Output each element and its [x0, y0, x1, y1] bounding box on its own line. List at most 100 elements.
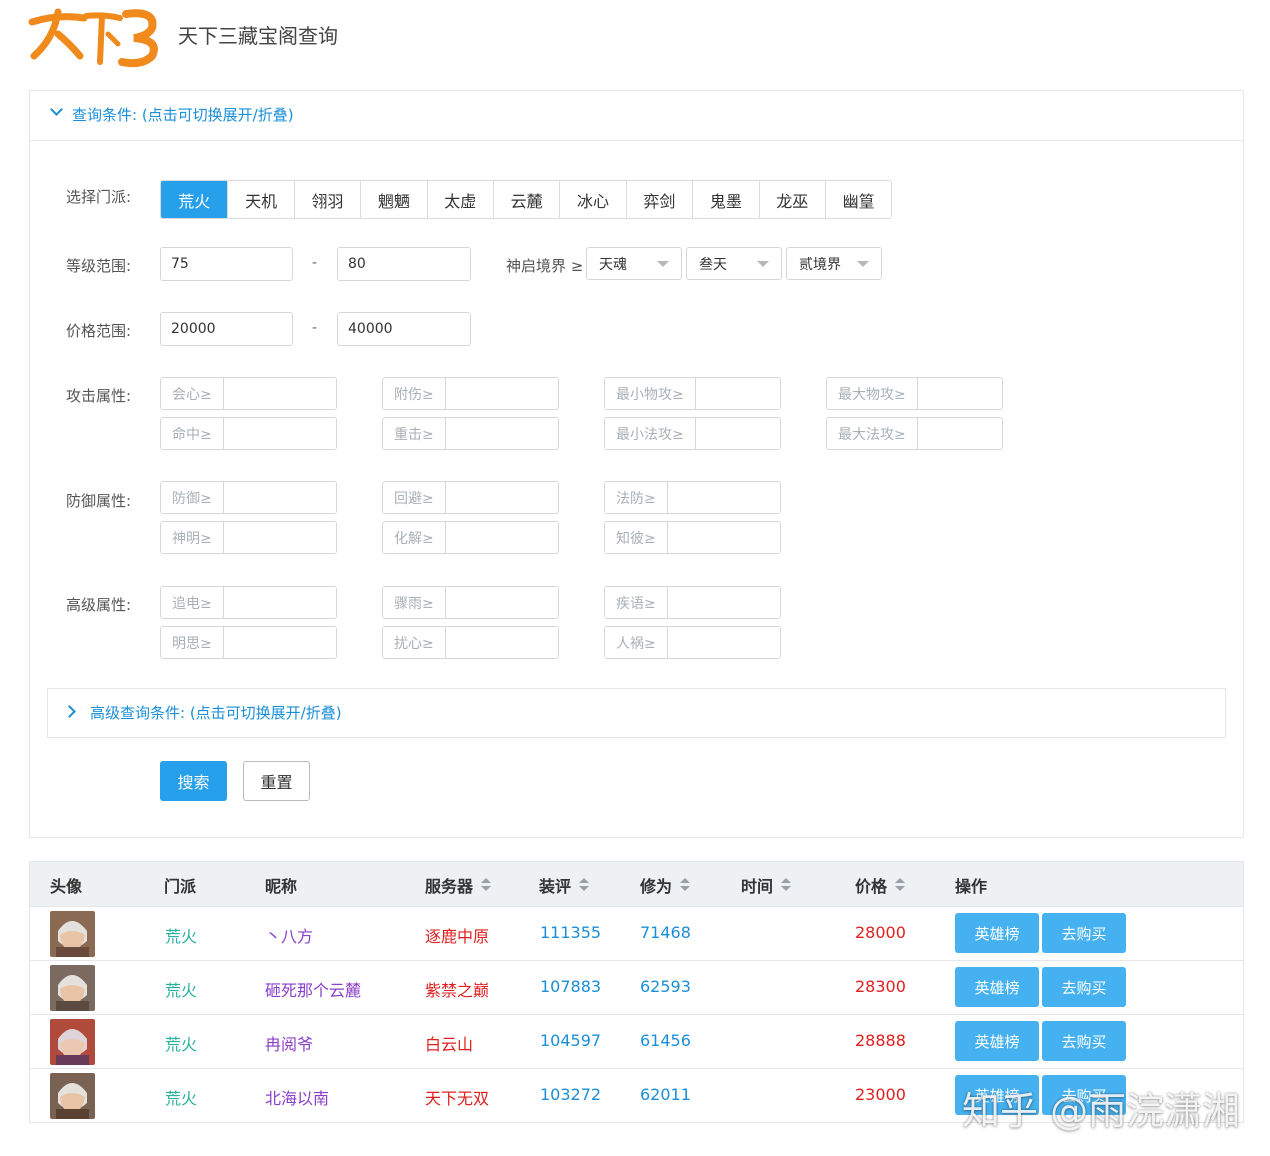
field-input[interactable] — [223, 587, 336, 618]
field-input[interactable] — [695, 418, 780, 449]
row-score: 111355 — [540, 923, 602, 942]
row-nickname[interactable]: 冉阅爷 — [265, 1031, 313, 1055]
defense-field-resolve[interactable]: 化解≥ — [382, 521, 559, 554]
sect-tab-longwu[interactable]: 龙巫 — [758, 181, 825, 218]
attack-field-max-phys[interactable]: 最大物攻≥ — [826, 377, 1003, 410]
buy-button[interactable]: 去购买 — [1042, 967, 1126, 1007]
field-input[interactable] — [223, 627, 336, 658]
field-addon: 最大法攻≥ — [827, 418, 918, 449]
sect-tab-huanghuo[interactable]: 荒火 — [161, 181, 228, 218]
sect-tab-yunlu[interactable]: 云麓 — [492, 181, 560, 218]
advanced-field-renhuo[interactable]: 人祸≥ — [604, 626, 781, 659]
hero-rank-button[interactable]: 英雄榜 — [955, 913, 1039, 953]
realm-select-3[interactable]: 贰境界 — [786, 247, 882, 280]
buy-button[interactable]: 去购买 — [1042, 913, 1126, 953]
sort-icon[interactable] — [781, 878, 792, 892]
row-price: 23000 — [855, 1085, 906, 1104]
character-avatar[interactable] — [50, 1019, 95, 1065]
field-input[interactable] — [223, 418, 336, 449]
attack-field-max-magic[interactable]: 最大法攻≥ — [826, 417, 1003, 450]
advanced-field-raoxin[interactable]: 扰心≥ — [382, 626, 559, 659]
field-input[interactable] — [695, 378, 780, 409]
realm-select-1[interactable]: 天魂 — [586, 247, 682, 280]
sect-tab-bingxin[interactable]: 冰心 — [559, 181, 626, 218]
query-panel-title[interactable]: 查询条件: (点击可切换展开/折叠) — [72, 104, 294, 125]
col-sect: 门派 — [164, 873, 196, 897]
level-max-input[interactable] — [337, 247, 471, 281]
sect-tab-youhuang[interactable]: 幽篁 — [824, 181, 892, 218]
defense-field-magic-defense[interactable]: 法防≥ — [604, 481, 781, 514]
advanced-field-zhuidian[interactable]: 追电≥ — [160, 586, 337, 619]
attack-field-min-magic[interactable]: 最小法攻≥ — [604, 417, 781, 450]
defense-field-defense[interactable]: 防御≥ — [160, 481, 337, 514]
attack-field-min-phys[interactable]: 最小物攻≥ — [604, 377, 781, 410]
field-addon: 最大物攻≥ — [827, 378, 918, 409]
defense-field-zhibi[interactable]: 知彼≥ — [604, 521, 781, 554]
sect-tab-wangliang[interactable]: 魍魉 — [360, 181, 427, 218]
character-avatar[interactable] — [50, 965, 95, 1011]
col-cultivation[interactable]: 修为 — [640, 873, 691, 897]
field-addon: 防御≥ — [161, 482, 224, 513]
row-cultivation: 71468 — [640, 923, 691, 942]
field-input[interactable] — [445, 482, 558, 513]
price-min-input[interactable] — [160, 312, 293, 346]
col-server[interactable]: 服务器 — [425, 873, 492, 897]
field-input[interactable] — [445, 418, 558, 449]
hero-rank-button[interactable]: 英雄榜 — [955, 1021, 1039, 1061]
defense-field-shenming[interactable]: 神明≥ — [160, 521, 337, 554]
character-avatar[interactable] — [50, 911, 95, 957]
row-sect: 荒火 — [165, 927, 198, 946]
level-min-input[interactable] — [160, 247, 293, 281]
sect-tab-guimo[interactable]: 鬼墨 — [692, 181, 759, 218]
sort-icon[interactable] — [895, 878, 906, 892]
row-nickname[interactable]: 北海以南 — [265, 1085, 329, 1109]
sect-tab-yijian[interactable]: 弈剑 — [625, 181, 693, 218]
sort-icon[interactable] — [481, 878, 492, 892]
col-score[interactable]: 装评 — [539, 873, 590, 897]
field-input[interactable] — [445, 627, 558, 658]
sect-tab-lingyu[interactable]: 翎羽 — [293, 181, 361, 218]
field-input[interactable] — [667, 627, 780, 658]
reset-button[interactable]: 重置 — [243, 761, 310, 801]
advanced-query-title[interactable]: 高级查询条件: (点击可切换展开/折叠) — [90, 702, 342, 723]
field-input[interactable] — [445, 522, 558, 553]
field-input[interactable] — [667, 482, 780, 513]
hero-rank-button[interactable]: 英雄榜 — [955, 967, 1039, 1007]
search-button[interactable]: 搜索 — [160, 761, 227, 801]
attack-field-heavy-hit[interactable]: 重击≥ — [382, 417, 559, 450]
realm-select-2[interactable]: 叁天 — [686, 247, 782, 280]
col-price[interactable]: 价格 — [855, 873, 906, 897]
buy-button[interactable]: 去购买 — [1042, 1021, 1126, 1061]
field-input[interactable] — [445, 587, 558, 618]
row-nickname[interactable]: 丶八方 — [265, 923, 313, 947]
field-input[interactable] — [223, 522, 336, 553]
row-nickname[interactable]: 砸死那个云麓 — [265, 977, 361, 1001]
col-time[interactable]: 时间 — [741, 873, 792, 897]
sect-tab-taixu[interactable]: 太虚 — [426, 181, 493, 218]
character-avatar[interactable] — [50, 1073, 95, 1119]
field-addon: 最小物攻≥ — [605, 378, 696, 409]
advanced-field-zhouyu[interactable]: 骤雨≥ — [382, 586, 559, 619]
sort-icon[interactable] — [680, 878, 691, 892]
advanced-field-mingsi[interactable]: 明思≥ — [160, 626, 337, 659]
defense-field-dodge[interactable]: 回避≥ — [382, 481, 559, 514]
field-addon: 化解≥ — [383, 522, 446, 553]
field-input[interactable] — [223, 378, 336, 409]
advanced-field-jiyu[interactable]: 疾语≥ — [604, 586, 781, 619]
field-input[interactable] — [445, 378, 558, 409]
row-price: 28888 — [855, 1031, 906, 1050]
caret-down-icon — [657, 261, 669, 267]
col-avatar-label: 头像 — [50, 877, 83, 896]
attack-field-hit[interactable]: 命中≥ — [160, 417, 337, 450]
sort-icon[interactable] — [579, 878, 590, 892]
field-input[interactable] — [917, 378, 1002, 409]
col-sect-label: 门派 — [164, 877, 197, 896]
field-input[interactable] — [223, 482, 336, 513]
field-input[interactable] — [917, 418, 1002, 449]
attack-field-extra-damage[interactable]: 附伤≥ — [382, 377, 559, 410]
price-max-input[interactable] — [337, 312, 471, 346]
sect-tab-tianji[interactable]: 天机 — [227, 181, 294, 218]
attack-field-crit[interactable]: 会心≥ — [160, 377, 337, 410]
field-input[interactable] — [667, 522, 780, 553]
field-input[interactable] — [667, 587, 780, 618]
